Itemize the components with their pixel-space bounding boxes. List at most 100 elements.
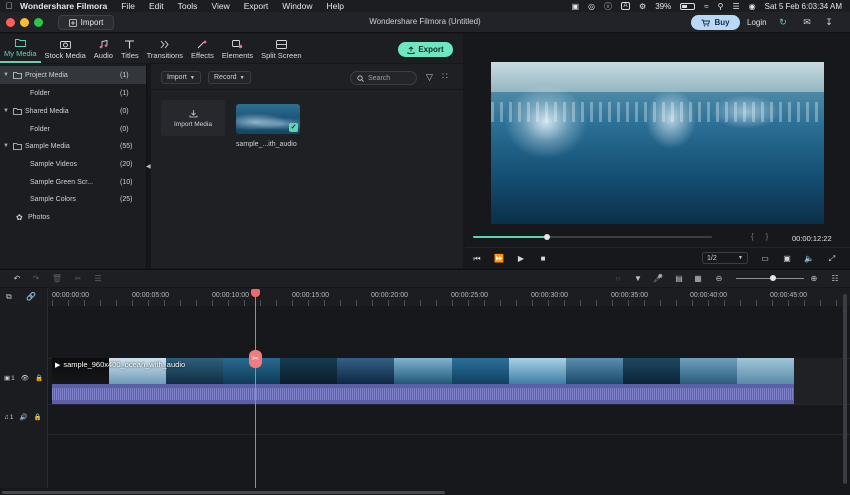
login-button[interactable]: Login <box>747 18 767 27</box>
undo-icon[interactable]: ↶ <box>11 273 23 285</box>
menu-edit[interactable]: Edit <box>142 1 171 11</box>
scrollbar-thumb[interactable] <box>2 491 445 494</box>
search-input[interactable]: Search <box>350 71 417 85</box>
link-icon[interactable]: 🔗 <box>26 292 36 301</box>
tree-item-sample-media[interactable]: ▼ Sample Media (55) <box>0 137 146 155</box>
chevron-down-icon[interactable]: ▼ <box>3 143 13 149</box>
clock[interactable]: Sat 5 Feb 6:03:34 AM <box>765 2 842 11</box>
tree-item-folder[interactable]: Folder (1) <box>0 84 146 102</box>
apple-menu-icon[interactable]:  <box>0 1 18 11</box>
accessibility-icon[interactable]: ⚙ <box>639 2 646 11</box>
menu-window[interactable]: Window <box>275 1 319 11</box>
record-dropdown[interactable]: Record ▼ <box>208 71 251 84</box>
redo-icon[interactable]: ↷ <box>30 273 42 285</box>
zoom-in-icon[interactable]: ⊕ <box>808 273 820 285</box>
app-name-menu[interactable]: Wondershare Filmora <box>18 1 114 11</box>
chevron-down-icon[interactable]: ▼ <box>3 72 13 78</box>
zoom-slider-handle[interactable] <box>770 275 777 281</box>
timeline-horizontal-scrollbar[interactable] <box>0 490 850 495</box>
audio-mixer-icon[interactable]: ▦ <box>692 273 704 285</box>
lock-icon[interactable]: 🔒 <box>35 374 43 382</box>
import-dropdown[interactable]: Import ▼ <box>161 71 201 84</box>
wifi-icon[interactable]: ≈ <box>704 2 708 11</box>
voiceover-icon[interactable]: ▤ <box>673 273 685 285</box>
menu-file[interactable]: File <box>114 1 142 11</box>
filter-icon[interactable]: ▽ <box>426 72 433 83</box>
speaker-icon[interactable]: 🔊 <box>20 413 28 421</box>
step-forward-icon[interactable]: ⏩ <box>493 253 505 265</box>
tab-effects[interactable]: Effects <box>187 34 218 63</box>
playhead[interactable] <box>255 290 256 488</box>
import-button[interactable]: Import <box>58 15 114 30</box>
battery-icon[interactable] <box>680 2 696 10</box>
buy-button[interactable]: Buy <box>691 15 740 30</box>
display-settings-icon[interactable]: ▭ <box>759 253 771 265</box>
tree-item-shared-media[interactable]: ▼ Shared Media (0) <box>0 102 146 120</box>
timeline-settings-icon[interactable]: ☷ <box>829 273 841 285</box>
step-back-icon[interactable]: ⏮ <box>471 253 483 265</box>
close-window-button[interactable] <box>6 18 15 27</box>
render-icon[interactable]: ○ <box>612 273 624 285</box>
menu-export[interactable]: Export <box>237 1 276 11</box>
input-source-icon[interactable]: A <box>621 2 631 10</box>
tab-stock-media[interactable]: Stock Media <box>41 34 90 63</box>
stop-icon[interactable]: ■ <box>537 253 549 265</box>
timeline-ruler[interactable]: ⧉ 🔗 00:00:00:00 00:00:05:00 00:00:10:00 … <box>0 288 850 306</box>
import-media-tile[interactable]: Import Media <box>161 100 225 136</box>
lock-icon[interactable]: 🔒 <box>34 413 42 421</box>
playback-quality-select[interactable]: 1/2 ▼ <box>702 252 748 264</box>
download-icon[interactable]: ↧ <box>823 16 835 28</box>
play-icon[interactable]: ▶ <box>515 253 527 265</box>
info-status-icon[interactable]: ⓘ <box>604 1 612 12</box>
mark-in-out-icon[interactable]: {} <box>751 232 780 241</box>
audio-clip[interactable] <box>52 384 794 404</box>
tree-item-sample-colors[interactable]: Sample Colors (25) <box>0 190 146 208</box>
zoom-window-button[interactable] <box>34 18 43 27</box>
adjust-icon[interactable]: ☰ <box>92 273 104 285</box>
minimize-window-button[interactable] <box>20 18 29 27</box>
preview-progress-handle[interactable] <box>544 234 551 240</box>
menu-help[interactable]: Help <box>320 1 351 11</box>
volume-icon[interactable]: 🔈 <box>803 253 815 265</box>
preview-progress-bar[interactable] <box>473 234 712 240</box>
add-track-icon[interactable]: ⧉ <box>6 292 12 302</box>
tree-item-project-media[interactable]: ▼ Project Media (1) <box>0 66 146 84</box>
chevron-down-icon: ▼ <box>239 74 245 81</box>
fullscreen-icon[interactable]: ⤢ <box>826 253 838 265</box>
feedback-icon[interactable]: ✉ <box>801 16 813 28</box>
delete-icon[interactable]: 🗑 <box>51 273 63 285</box>
zoom-out-icon[interactable]: ⊖ <box>713 273 725 285</box>
tab-split-screen[interactable]: Split Screen <box>257 34 305 63</box>
eye-icon[interactable]: 👁 <box>21 374 29 382</box>
cut-icon[interactable]: ✂ <box>72 273 84 285</box>
sync-icon[interactable]: ↻ <box>777 16 789 28</box>
marker-icon[interactable]: ▼ <box>632 273 644 285</box>
menu-view[interactable]: View <box>204 1 236 11</box>
tree-item-shared-folder[interactable]: Folder (0) <box>0 120 146 138</box>
tree-item-sample-green-screen[interactable]: Sample Green Scr... (10) <box>0 173 146 191</box>
record-dropdown-label: Record <box>214 74 237 81</box>
tab-audio[interactable]: Audio <box>90 34 117 63</box>
collapse-panel-icon[interactable]: ◀ <box>146 163 151 170</box>
grid-view-icon[interactable]: ∷ <box>442 71 448 82</box>
spotlight-icon[interactable]: ⚲ <box>718 2 724 11</box>
tab-elements[interactable]: Elements <box>218 34 257 63</box>
tree-item-photos[interactable]: ✿ Photos <box>0 208 146 226</box>
media-clip-thumbnail[interactable]: ✓ <box>236 104 300 134</box>
microphone-icon[interactable]: 🎤 <box>652 273 664 285</box>
control-center-icon[interactable]: ☰ <box>732 2 739 11</box>
tab-titles[interactable]: Titles <box>117 34 143 63</box>
playhead-handle[interactable] <box>251 289 260 297</box>
snapshot-icon[interactable]: ▣ <box>781 253 793 265</box>
siri-icon[interactable]: ◉ <box>749 2 756 11</box>
scissors-icon[interactable]: ✂ <box>249 350 262 368</box>
timeline-vertical-scrollbar[interactable] <box>843 288 848 488</box>
screen-record-icon[interactable]: ◎ <box>588 2 595 11</box>
export-button[interactable]: Export <box>398 42 453 57</box>
menu-tools[interactable]: Tools <box>171 1 205 11</box>
tab-my-media[interactable]: My Media <box>0 34 41 63</box>
chevron-down-icon[interactable]: ▼ <box>3 108 13 114</box>
camera-status-icon[interactable]: ▣ <box>571 2 579 11</box>
tree-item-sample-videos[interactable]: Sample Videos (20) <box>0 155 146 173</box>
tab-transitions[interactable]: Transitions <box>143 34 187 63</box>
